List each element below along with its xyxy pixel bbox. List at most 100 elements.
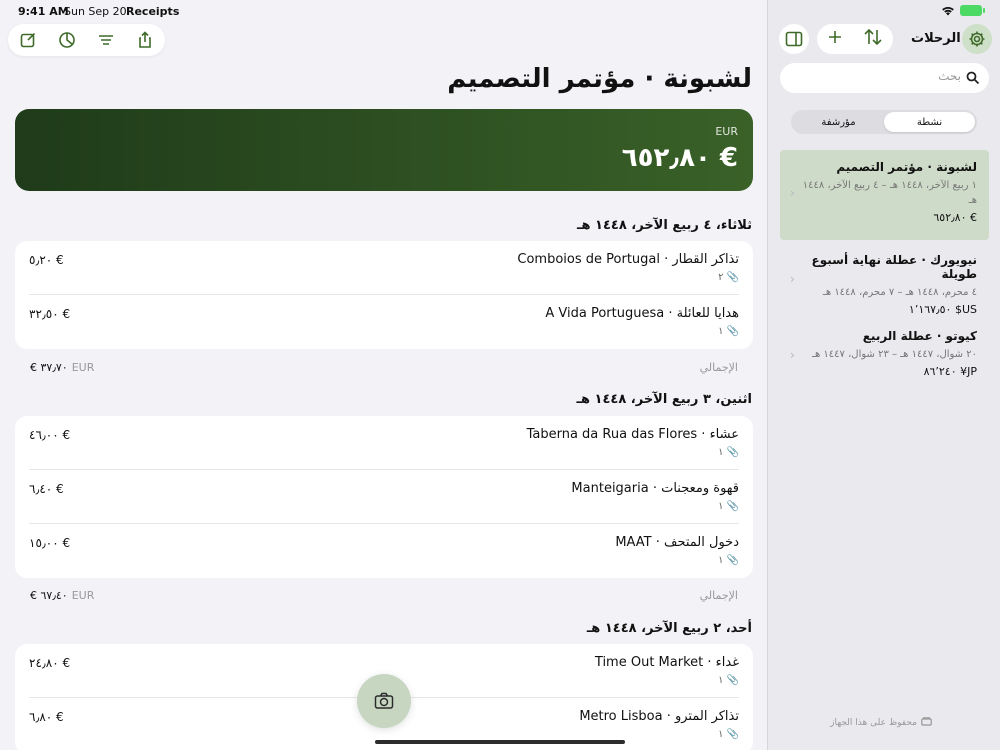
day-card: تذاكر القطار · Comboios de Portugal 📎 ٢ €… [15,241,753,349]
storage-status: محفوظ على هذا الجهاز [830,717,932,729]
receipt-price: € ٥٫٢٠ [29,253,64,267]
trip-total-card: EUR € ٦٥٢٫٨٠ [15,109,753,191]
receipt-price: € ٦٫٨٠ [29,710,64,724]
trip-list-item[interactable]: نيويورك · عطلة نهاية أسبوع طويلة ٤ محرم،… [780,243,989,316]
total-currency: EUR [71,589,95,602]
day-header: اثنين، ٣ ربيع الآخر، ١٤٤٨ هـ [576,392,752,407]
sidebar-actions [817,24,893,54]
chevron-left-icon: ‹ [790,271,795,286]
share-icon[interactable] [131,26,159,54]
segment-active[interactable]: نشطة [884,112,975,132]
receipt-row[interactable]: دخول المتحف · MAAT 📎 ١ € ١٥٫٠٠ [29,524,739,578]
segment-archived[interactable]: مؤرشفة [793,112,884,132]
trip-list-item[interactable]: لشبونة · مؤتمر التصميم ١ ربيع الآخر، ١٤٤… [780,150,989,240]
paperclip-icon: 📎 [726,326,739,337]
receipt-row[interactable]: هدايا للعائلة · A Vida Portuguesa 📎 ١ € ٣… [29,295,739,349]
day-header: أحد، ٢ ربيع الآخر، ١٤٤٨ هـ [586,621,752,636]
day-header: ثلاثاء، ٤ ربيع الآخر، ١٤٤٨ هـ [577,218,752,233]
receipt-title: هدايا للعائلة · A Vida Portuguesa [545,306,739,321]
paperclip-icon: 📎 [726,272,739,283]
trip-list-item[interactable]: كيوتو · عطلة الربيع ٢٠ شوال، ١٤٤٧ هـ – ٢… [780,319,989,391]
receipts-detail-pane: لشبونة · مؤتمر التصميم EUR € ٦٥٢٫٨٠ ثلاث… [0,0,767,750]
trip-total: € ٦٥٢٫٨٠ [933,211,977,224]
device-storage-icon [921,717,932,729]
receipt-title: قهوة ومعجنات · Manteigaria [571,481,739,496]
paperclip-icon: 📎 [726,501,739,512]
attachment-indicator: 📎 ١ [718,501,739,512]
trip-name: كيوتو · عطلة الربيع [862,329,977,343]
sidebar-title: الرحلات [911,31,961,46]
trip-dates: ١ ربيع الآخر، ١٤٤٨ هـ – ٤ ربيع الآخر، ١٤… [802,180,977,206]
trip-name: لشبونة · مؤتمر التصميم [836,160,977,174]
status-bar: 9:41 AM Sun Sep 20 Receipts [0,0,1000,24]
trip-dates: ٢٠ شوال، ١٤٤٧ هـ – ٢٣ شوال، ١٤٤٧ هـ [812,349,977,360]
storage-status-label: محفوظ على هذا الجهاز [830,718,917,728]
receipt-title: تذاكر المترو · Metro Lisboa [579,709,739,724]
filter-icon[interactable] [92,26,120,54]
receipt-title: عشاء · Taberna da Rua das Flores [526,427,739,442]
trip-total: JP¥ ٨٦٬٢٤٠ [923,365,977,378]
system-icons [941,5,985,16]
attachment-indicator: 📎 ١ [718,447,739,458]
attachment-count: ١ [718,555,724,566]
paperclip-icon: 📎 [726,555,739,566]
receipt-row[interactable]: عشاء · Taberna da Rua das Flores 📎 ١ € ٤٦… [29,416,739,470]
add-icon[interactable] [827,29,843,49]
currency-label: EUR [715,125,738,138]
sidebar: الرحلات نشطة مؤرشفة لشبونة · مؤتمر التصم… [767,0,1000,750]
attachment-count: ١ [718,729,724,740]
chevron-left-icon: ‹ [790,186,795,200]
camera-icon [374,692,394,709]
attachment-count: ١ [718,326,724,337]
receipt-price: € ٣٢٫٥٠ [29,307,71,321]
attachment-indicator: 📎 ١ [718,729,739,740]
receipt-title: دخول المتحف · MAAT [615,535,739,550]
page-title: لشبونة · مؤتمر التصميم [447,64,752,94]
trip-total: US$ ١٬١٦٧٫٥٠ [908,303,977,316]
search-icon [966,70,980,89]
attachment-indicator: 📎 ٢ [718,272,739,283]
attachment-count: ٢ [718,272,724,283]
day-card: عشاء · Taberna da Rua das Flores 📎 ١ € ٤٦… [15,416,753,578]
total-label: الإجمالي [699,589,738,602]
sort-icon[interactable] [863,28,883,50]
paperclip-icon: 📎 [726,447,739,458]
sidebar-toggle-icon[interactable] [779,24,809,54]
receipt-row[interactable]: قهوة ومعجنات · Manteigaria 📎 ١ € ٦٫٤٠ [29,470,739,524]
search-field[interactable] [780,63,989,93]
trip-name: نيويورك · عطلة نهاية أسبوع طويلة [811,253,977,281]
attachment-indicator: 📎 ١ [718,555,739,566]
attachment-indicator: 📎 ١ [718,675,739,686]
receipt-price: € ٦٫٤٠ [29,482,64,496]
status-app-name: Receipts [126,5,180,18]
battery-icon [960,5,985,16]
total-label: الإجمالي [699,361,738,374]
receipt-row[interactable]: تذاكر القطار · Comboios de Portugal 📎 ٢ €… [29,241,739,295]
trip-total-amount: € ٦٥٢٫٨٠ [621,143,738,173]
status-date: Sun Sep 20 [64,5,127,18]
receipt-price: € ٢٤٫٨٠ [29,656,71,670]
total-value: € ٦٧٫٤٠ [30,589,68,602]
total-currency: EUR [71,361,95,374]
search-input[interactable] [801,69,961,83]
trip-filter-segmented-control: نشطة مؤرشفة [791,110,977,134]
status-time: 9:41 AM [18,5,69,18]
wifi-icon [942,6,954,15]
home-indicator [375,740,625,744]
paperclip-icon: 📎 [726,729,739,740]
receipt-title: غداء · Time Out Market [594,655,739,670]
settings-gear-icon[interactable] [962,24,992,54]
camera-button[interactable] [357,674,411,728]
compose-icon[interactable] [14,26,42,54]
receipt-price: € ٤٦٫٠٠ [29,428,71,442]
receipt-title: تذاكر القطار · Comboios de Portugal [517,252,739,267]
pie-chart-icon[interactable] [53,26,81,54]
paperclip-icon: 📎 [726,675,739,686]
attachment-count: ١ [718,501,724,512]
attachment-indicator: 📎 ١ [718,326,739,337]
receipt-price: € ١٥٫٠٠ [29,536,71,550]
toolbar [8,24,165,56]
attachment-count: ١ [718,675,724,686]
trip-dates: ٤ محرم، ١٤٤٨ هـ – ٧ محرم، ١٤٤٨ هـ [822,287,977,298]
total-value: € ٣٧٫٧٠ [30,361,68,374]
